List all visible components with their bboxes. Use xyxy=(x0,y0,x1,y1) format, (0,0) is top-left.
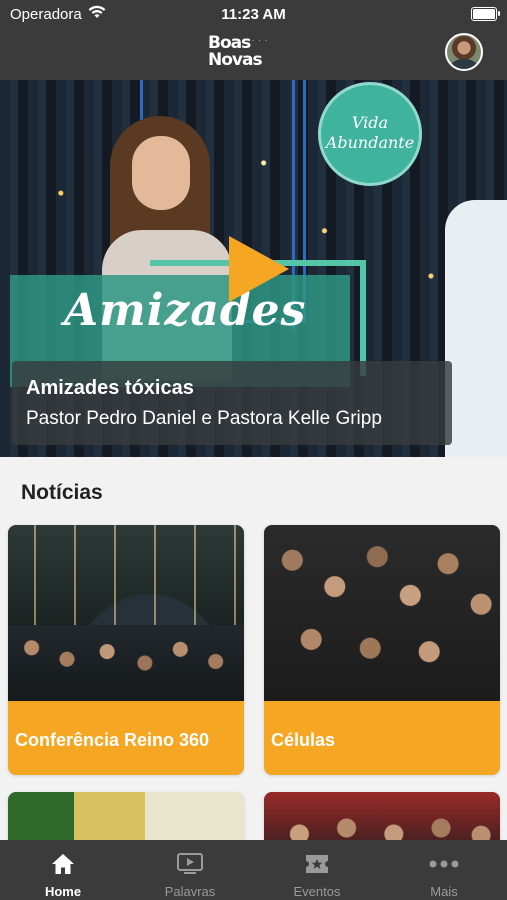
battery-icon xyxy=(471,7,500,21)
play-icon[interactable] xyxy=(229,236,289,302)
clock: 11:23 AM xyxy=(221,6,286,23)
video-icon xyxy=(177,853,203,874)
news-card-image xyxy=(8,525,244,701)
video-title: Amizades tóxicas xyxy=(26,377,194,399)
news-card-title: Células xyxy=(271,730,336,750)
top-nav-bar: Boas Novas · · · xyxy=(0,28,507,80)
video-subtitle: Pastor Pedro Daniel e Pastora Kelle Grip… xyxy=(26,408,382,429)
video-caption: Amizades tóxicas Pastor Pedro Daniel e P… xyxy=(12,361,452,445)
tab-label: Mais xyxy=(430,884,458,899)
news-section-title: Notícias xyxy=(21,481,103,504)
more-icon xyxy=(429,860,459,868)
boas-novas-logo[interactable]: Boas Novas · · · xyxy=(206,31,276,75)
badge-line-2: Abundante xyxy=(325,133,415,152)
tab-eventos[interactable]: Eventos xyxy=(254,840,380,900)
bottom-tab-bar: Home Palavras Eventos Mais xyxy=(0,840,507,900)
news-card[interactable]: Conferência Reino 360 xyxy=(8,525,244,775)
tab-palavras[interactable]: Palavras xyxy=(127,840,253,900)
home-icon xyxy=(52,854,74,874)
tab-label: Palavras xyxy=(164,884,216,899)
tab-label: Home xyxy=(44,884,82,899)
tab-label: Eventos xyxy=(293,884,341,899)
user-avatar[interactable] xyxy=(445,33,483,71)
logo-line-2: Novas xyxy=(208,50,263,70)
news-card-title: Conferência Reino 360 xyxy=(15,730,210,750)
news-card[interactable]: Células xyxy=(264,525,500,775)
ticket-icon xyxy=(306,855,328,873)
tab-home[interactable]: Home xyxy=(0,840,126,900)
tab-mais[interactable]: Mais xyxy=(381,840,507,900)
series-badge: Vida Abundante xyxy=(318,82,422,186)
featured-video-banner[interactable]: Vida Abundante Amizades Amizades tóxicas… xyxy=(0,80,507,457)
status-bar: Operadora 11:23 AM xyxy=(0,0,507,28)
badge-line-1: Vida xyxy=(351,113,389,132)
presenter-image xyxy=(445,200,507,457)
logo-decoration: · · · xyxy=(252,37,269,45)
news-card-image xyxy=(264,525,500,701)
